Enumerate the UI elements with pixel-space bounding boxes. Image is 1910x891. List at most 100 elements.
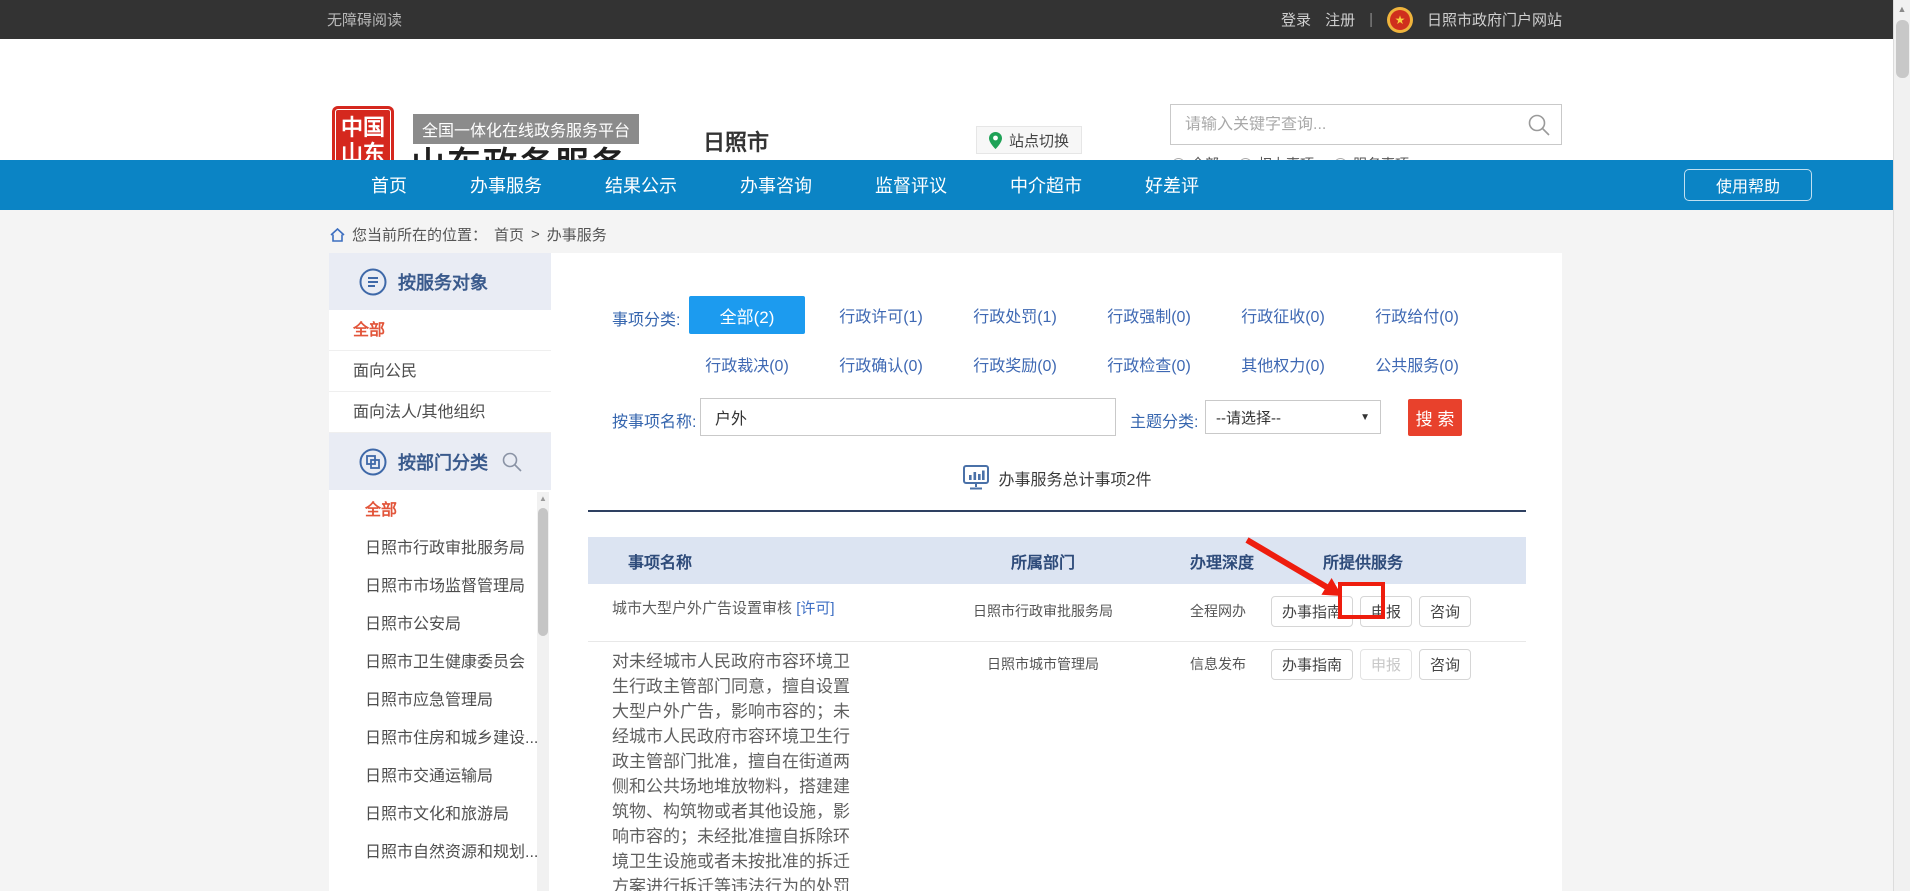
topic-label: 主题分类: <box>1130 408 1198 432</box>
site-switch-button[interactable]: 站点切换 <box>976 126 1082 154</box>
guide-button[interactable]: 办事指南 <box>1271 596 1353 627</box>
service-object-all[interactable]: 全部 <box>329 310 551 351</box>
item-name-input[interactable] <box>700 398 1116 436</box>
search-input[interactable] <box>1171 116 1527 134</box>
department-item[interactable]: 日照市应急管理局 <box>329 682 551 720</box>
breadcrumb-home[interactable]: 首页 <box>494 224 524 245</box>
nav-results[interactable]: 结果公示 <box>605 172 677 198</box>
content-wrapper: 按服务对象 全部 面向公民 面向法人/其他组织 按部门分类 全部 日照市行政审批… <box>329 253 1562 891</box>
breadcrumb: 您当前所在的位置： 首页 > 办事服务 <box>330 224 607 245</box>
consult-button[interactable]: 咨询 <box>1419 596 1471 627</box>
service-object-title: 按服务对象 <box>398 269 488 295</box>
map-pin-icon <box>989 132 1002 149</box>
city-name: 日照市 <box>703 125 769 157</box>
department-item[interactable]: 日照市自然资源和规划... <box>329 834 551 872</box>
sidebar-scrollbar[interactable]: ▲ <box>537 492 549 891</box>
col-depth: 办理深度 <box>1178 549 1268 573</box>
item-depth: 全程网办 <box>1178 596 1268 621</box>
nav-home[interactable]: 首页 <box>371 172 407 198</box>
sidebar-section-service-object: 按服务对象 <box>329 253 551 310</box>
tab-xingzheng-chufa[interactable]: 行政处罚(1) <box>948 296 1082 334</box>
breadcrumb-sep: > <box>531 226 540 243</box>
nav-services[interactable]: 办事服务 <box>470 172 542 198</box>
divider <box>588 510 1526 512</box>
department-item[interactable]: 日照市市场监督管理局 <box>329 568 551 606</box>
consult-button[interactable]: 咨询 <box>1419 649 1471 680</box>
item-department: 日照市城市管理局 <box>908 649 1178 674</box>
accessibility-link[interactable]: 无障碍阅读 <box>327 9 402 30</box>
topbar: 无障碍阅读 登录 注册 | ★ 日照市政府门户网站 <box>0 0 1910 39</box>
page-scroll-thumb[interactable] <box>1896 20 1909 78</box>
header-search-box <box>1170 104 1562 145</box>
scroll-up-icon[interactable]: ▲ <box>1894 0 1910 18</box>
item-name-label: 按事项名称: <box>612 408 696 432</box>
summary-bar: 办事服务总计事项2件 <box>588 465 1526 490</box>
tab-xingzheng-zhengshou[interactable]: 行政征收(0) <box>1216 296 1350 334</box>
topic-select-value: --请选择-- <box>1216 407 1281 428</box>
table-row: 对未经城市人民政府市容环境卫生行政主管部门同意，擅自设置大型户外广告，影响市容的… <box>588 642 1526 891</box>
department-item[interactable]: 日照市卫生健康委员会 <box>329 644 551 682</box>
sidebar-scroll-thumb[interactable] <box>538 508 548 636</box>
item-depth: 信息发布 <box>1178 649 1268 674</box>
tab-xingzheng-geifu[interactable]: 行政给付(0) <box>1350 296 1484 334</box>
apply-button[interactable]: 申报 <box>1360 596 1412 627</box>
col-department: 所属部门 <box>908 549 1178 573</box>
chart-monitor-icon <box>963 465 989 490</box>
summary-text: 办事服务总计事项2件 <box>999 466 1152 490</box>
category-tabs: 全部(2) 行政许可(1) 行政处罚(1) 行政强制(0) 行政征收(0) 行政… <box>680 296 1484 383</box>
item-name-link[interactable]: 城市大型户外广告设置审核 <box>612 600 792 617</box>
chevron-down-icon: ▼ <box>1360 412 1370 423</box>
tab-xingzheng-jiangli[interactable]: 行政奖励(0) <box>948 345 1082 383</box>
search-icon[interactable] <box>1527 113 1551 137</box>
breadcrumb-prefix: 您当前所在的位置： <box>352 224 487 245</box>
sidebar-section-department: 按部门分类 <box>329 433 551 490</box>
breadcrumb-current[interactable]: 办事服务 <box>547 224 607 245</box>
col-services: 所提供服务 <box>1268 549 1526 573</box>
layers-circle-icon <box>359 448 387 476</box>
tab-xingzheng-queren[interactable]: 行政确认(0) <box>814 345 948 383</box>
apply-button-disabled: 申报 <box>1360 649 1412 680</box>
page-scrollbar[interactable]: ▲ <box>1893 0 1910 891</box>
tab-xingzheng-xuke[interactable]: 行政许可(1) <box>814 296 948 334</box>
department-item[interactable]: 日照市文化和旅游局 <box>329 796 551 834</box>
main-nav: 首页 办事服务 结果公示 办事咨询 监督评议 中介超市 好差评 使用帮助 <box>0 160 1910 210</box>
table-header: 事项名称 所属部门 办理深度 所提供服务 <box>588 537 1526 584</box>
tab-gonggong-fuwu[interactable]: 公共服务(0) <box>1350 345 1484 383</box>
tab-xingzheng-jiancha[interactable]: 行政检查(0) <box>1082 345 1216 383</box>
service-object-citizen[interactable]: 面向公民 <box>329 351 551 392</box>
department-item[interactable]: 日照市住房和城乡建设... <box>329 720 551 758</box>
tab-xingzheng-qiangzhi[interactable]: 行政强制(0) <box>1082 296 1216 334</box>
topic-select[interactable]: --请选择-- ▼ <box>1205 400 1381 434</box>
department-search-icon[interactable] <box>501 451 523 473</box>
nav-consult[interactable]: 办事咨询 <box>740 172 812 198</box>
help-button[interactable]: 使用帮助 <box>1684 169 1812 201</box>
main-panel: 事项分类: 全部(2) 行政许可(1) 行政处罚(1) 行政强制(0) 行政征收… <box>588 253 1562 891</box>
portal-link[interactable]: 日照市政府门户网站 <box>1427 9 1562 30</box>
site-switch-label: 站点切换 <box>1009 130 1069 151</box>
nav-rating[interactable]: 好差评 <box>1145 172 1199 198</box>
table-row: 城市大型户外广告设置审核 [许可] 日照市行政审批服务局 全程网办 办事指南 申… <box>588 584 1526 642</box>
col-item-name: 事项名称 <box>588 549 908 573</box>
department-item[interactable]: 日照市公安局 <box>329 606 551 644</box>
department-item-all[interactable]: 全部 <box>329 492 551 530</box>
home-icon <box>330 228 345 242</box>
item-tag-link[interactable]: [许可] <box>796 600 834 617</box>
department-title: 按部门分类 <box>398 449 488 475</box>
tab-qita-quanli[interactable]: 其他权力(0) <box>1216 345 1350 383</box>
scroll-up-icon[interactable]: ▲ <box>537 492 549 506</box>
tab-xingzheng-caijue[interactable]: 行政裁决(0) <box>680 345 814 383</box>
results-table: 事项名称 所属部门 办理深度 所提供服务 城市大型户外广告设置审核 [许可] 日… <box>588 537 1526 891</box>
login-link[interactable]: 登录 <box>1281 9 1311 30</box>
topbar-separator: | <box>1369 11 1373 28</box>
guide-button[interactable]: 办事指南 <box>1271 649 1353 680</box>
tab-all[interactable]: 全部(2) <box>680 296 814 334</box>
sidebar: 按服务对象 全部 面向公民 面向法人/其他组织 按部门分类 全部 日照市行政审批… <box>329 253 551 891</box>
service-object-legal[interactable]: 面向法人/其他组织 <box>329 392 551 433</box>
department-item[interactable]: 日照市行政审批服务局 <box>329 530 551 568</box>
nav-agency[interactable]: 中介超市 <box>1010 172 1082 198</box>
register-link[interactable]: 注册 <box>1325 9 1355 30</box>
national-emblem-icon: ★ <box>1387 7 1413 33</box>
nav-supervision[interactable]: 监督评议 <box>875 172 947 198</box>
department-item[interactable]: 日照市交通运输局 <box>329 758 551 796</box>
search-button[interactable]: 搜 索 <box>1408 399 1462 436</box>
